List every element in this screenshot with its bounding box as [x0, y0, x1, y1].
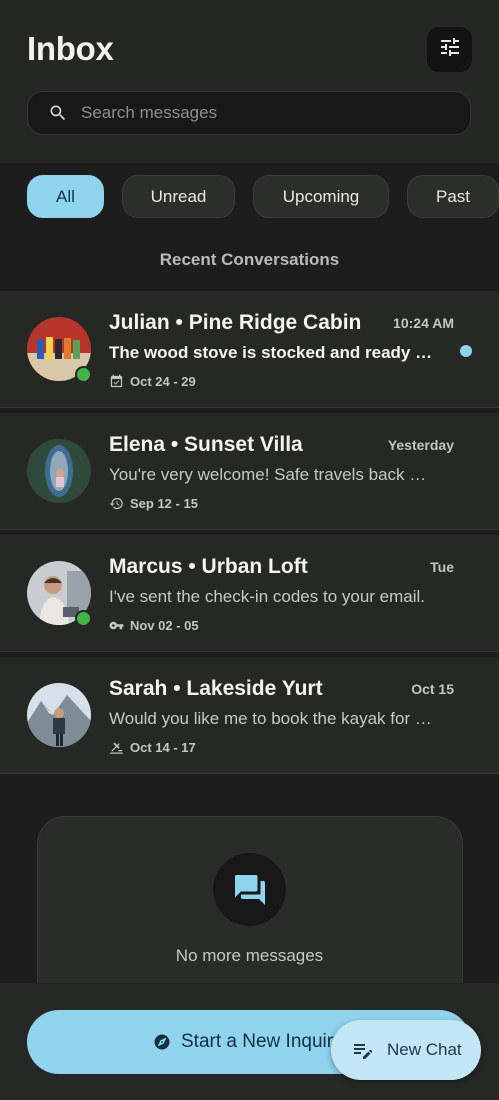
stay-dates-text: Oct 24 - 29 [130, 374, 196, 389]
conversation-name: Sarah • Lakeside Yurt [109, 677, 323, 700]
filter-chips: All Unread Upcoming Past [0, 163, 499, 229]
conversation-time: Tue [430, 559, 454, 575]
tune-icon [438, 35, 462, 64]
conversation-preview: You're very welcome! Safe travels back h… [109, 465, 434, 484]
conversation-row[interactable]: Elena • Sunset Villa Yesterday You're ve… [0, 413, 499, 530]
section-label: Recent Conversations [159, 250, 340, 269]
page-title: Inbox [27, 30, 114, 67]
new-chat-label: New Chat [387, 1040, 462, 1059]
stay-dates: Nov 02 - 05 [109, 618, 199, 633]
filter-button[interactable] [427, 27, 472, 72]
search-icon [48, 103, 68, 123]
history-icon [109, 496, 124, 511]
search-input[interactable] [79, 102, 443, 124]
avatar [27, 683, 91, 747]
conversation-preview: The wood stove is stocked and ready fo..… [109, 343, 434, 362]
conversation-name: Julian • Pine Ridge Cabin [109, 311, 362, 334]
conversation-time: 10:24 AM [393, 315, 454, 331]
app-header: Inbox [0, 0, 499, 163]
key-icon [109, 618, 124, 633]
online-indicator [75, 610, 92, 627]
new-chat-button[interactable]: New Chat [331, 1020, 481, 1080]
empty-state-text: No more messages [175, 946, 324, 965]
stay-dates: Oct 24 - 29 [109, 374, 196, 389]
stay-dates-text: Oct 14 - 17 [130, 740, 196, 755]
forum-icon [213, 853, 286, 926]
conversation-name: Elena • Sunset Villa [109, 433, 303, 456]
start-inquiry-label: Start a New Inquiry [181, 1031, 343, 1052]
conversation-row[interactable]: Julian • Pine Ridge Cabin 10:24 AM The w… [0, 291, 499, 408]
kayak-icon [109, 740, 124, 755]
stay-dates-text: Sep 12 - 15 [130, 496, 198, 511]
chip-all[interactable]: All [27, 175, 104, 218]
chip-unread[interactable]: Unread [122, 175, 235, 218]
stay-dates: Sep 12 - 15 [109, 496, 198, 511]
conversation-time: Oct 15 [411, 681, 454, 697]
calendar-check-icon [109, 374, 124, 389]
avatar [27, 439, 91, 503]
conversation-preview: Would you like me to book the kayak for … [109, 709, 434, 728]
search-bar[interactable] [27, 91, 471, 135]
chip-upcoming[interactable]: Upcoming [253, 175, 389, 218]
conversation-name: Marcus • Urban Loft [109, 555, 308, 578]
edit-note-icon [351, 1038, 375, 1062]
conversation-preview: I've sent the check-in codes to your ema… [109, 587, 426, 606]
online-indicator [75, 366, 92, 383]
conversation-time: Yesterday [387, 437, 454, 453]
compass-icon [153, 1033, 171, 1051]
chip-past[interactable]: Past [407, 175, 499, 218]
stay-dates: Oct 14 - 17 [109, 740, 196, 755]
conversation-row[interactable]: Marcus • Urban Loft Tue I've sent the ch… [0, 535, 499, 652]
conversation-row[interactable]: Sarah • Lakeside Yurt Oct 15 Would you l… [0, 657, 499, 774]
stay-dates-text: Nov 02 - 05 [130, 618, 199, 633]
unread-indicator [460, 345, 472, 357]
